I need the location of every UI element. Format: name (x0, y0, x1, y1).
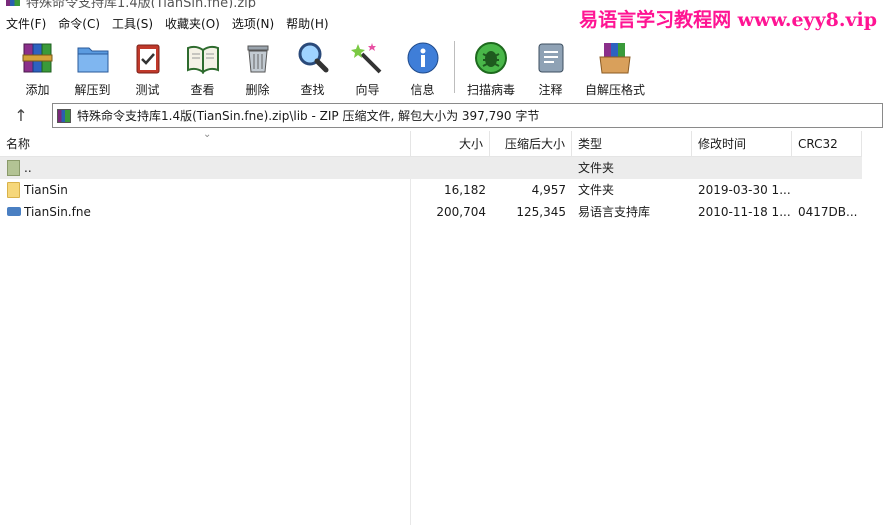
column-header: 名称 ⌄ 大小 压缩后大小 类型 修改时间 CRC32 (0, 129, 862, 157)
row-name: TianSin.fne (24, 205, 91, 219)
info-label: 信息 (410, 83, 435, 97)
trash-icon (247, 45, 268, 73)
menu-favorites[interactable]: 收藏夹(O) (159, 15, 226, 32)
bug-icon (475, 42, 507, 74)
view-label: 查看 (190, 83, 215, 97)
window-title: 特殊命令支持库1.4版(TianSin.fne).zip (26, 0, 257, 8)
address-path-text: 特殊命令支持库1.4版(TianSin.fne).zip\lib - ZIP 压… (77, 109, 540, 123)
extract-to-label: 解压到 (74, 83, 111, 97)
toolbar: 添加 解压到 测试 查看 删除 查找 向导 信息 扫描病毒 注释 自解压格式 (0, 36, 883, 98)
row-type: 文件夹 (578, 161, 615, 175)
column-crc32[interactable]: CRC32 (792, 131, 862, 157)
menu-commands[interactable]: 命令(C) (52, 15, 106, 32)
row-name: TianSin (24, 183, 68, 197)
watermark-text: 易语言学习教程网 www.eyy8.vip (579, 9, 877, 31)
file-list: 名称 ⌄ 大小 压缩后大小 类型 修改时间 CRC32 .. 文件夹 TianS… (0, 129, 883, 525)
row-modified: 2010-11-18 1... (698, 205, 790, 219)
row-packed-size: 4,957 (531, 183, 566, 197)
folder-icon (7, 182, 20, 198)
info-icon (407, 42, 438, 74)
wizard-button[interactable]: 向导 (340, 36, 395, 98)
column-modified[interactable]: 修改时间 (692, 131, 792, 157)
archive-icon (57, 108, 71, 123)
info-button[interactable]: 信息 (395, 36, 450, 98)
address-bar: ↑ 特殊命令支持库1.4版(TianSin.fne).zip\lib - ZIP… (0, 101, 883, 129)
menu-options[interactable]: 选项(N) (226, 15, 280, 32)
test-button[interactable]: 测试 (120, 36, 175, 98)
table-row[interactable]: TianSin 16,182 4,957 文件夹 2019-03-30 1... (0, 179, 862, 201)
scan-virus-button[interactable]: 扫描病毒 (459, 36, 523, 98)
row-crc32: 0417DB... (798, 205, 858, 219)
extract-to-button[interactable]: 解压到 (65, 36, 120, 98)
comment-label: 注释 (538, 83, 563, 97)
column-type[interactable]: 类型 (572, 131, 692, 157)
table-row[interactable]: TianSin.fne 200,704 125,345 易语言支持库 2010-… (0, 201, 862, 223)
row-size: 200,704 (436, 205, 486, 219)
row-modified (698, 157, 790, 179)
row-modified: 2019-03-30 1... (698, 183, 790, 197)
row-name: .. (24, 161, 32, 175)
scan-virus-label: 扫描病毒 (466, 83, 515, 97)
folder-blue-icon (77, 47, 108, 73)
books-icon (22, 43, 52, 73)
fne-file-icon (7, 207, 21, 216)
sfx-button[interactable]: 自解压格式 (578, 36, 652, 98)
wizard-label: 向导 (355, 83, 380, 97)
delete-button[interactable]: 删除 (230, 36, 285, 98)
magic-wand-icon (350, 43, 381, 74)
column-size[interactable]: 大小 (411, 131, 490, 157)
address-path-field[interactable]: 特殊命令支持库1.4版(TianSin.fne).zip\lib - ZIP 压… (52, 103, 883, 128)
comment-button[interactable]: 注释 (523, 36, 578, 98)
row-type: 易语言支持库 (578, 205, 651, 219)
menu-file[interactable]: 文件(F) (0, 15, 52, 32)
box-books-icon (599, 43, 631, 74)
row-crc32 (798, 179, 860, 201)
row-size (411, 157, 486, 179)
add-button[interactable]: 添加 (10, 36, 65, 98)
view-button[interactable]: 查看 (175, 36, 230, 98)
clipboard-check-icon (136, 44, 159, 74)
row-size: 16,182 (444, 183, 486, 197)
menu-tools[interactable]: 工具(S) (106, 15, 159, 32)
row-packed-size: 125,345 (516, 205, 566, 219)
menu-help[interactable]: 帮助(H) (280, 15, 334, 32)
row-crc32 (798, 157, 860, 179)
toolbar-separator (454, 41, 455, 93)
row-type: 文件夹 (578, 183, 615, 197)
add-label: 添加 (25, 83, 50, 97)
table-row[interactable]: .. 文件夹 (0, 157, 862, 179)
folder-up-icon (7, 160, 20, 176)
column-packed-size[interactable]: 压缩后大小 (490, 131, 572, 157)
test-label: 测试 (135, 83, 160, 97)
winrar-app-icon (6, 0, 20, 6)
open-book-icon (186, 45, 219, 74)
find-label: 查找 (300, 83, 325, 97)
magnifier-icon (298, 42, 328, 73)
sort-caret-icon: ⌄ (203, 129, 212, 140)
delete-label: 删除 (245, 83, 270, 97)
find-button[interactable]: 查找 (285, 36, 340, 98)
row-packed-size (490, 157, 566, 179)
note-icon (538, 43, 563, 73)
sfx-label: 自解压格式 (584, 83, 645, 97)
up-arrow-icon[interactable]: ↑ (8, 105, 34, 125)
